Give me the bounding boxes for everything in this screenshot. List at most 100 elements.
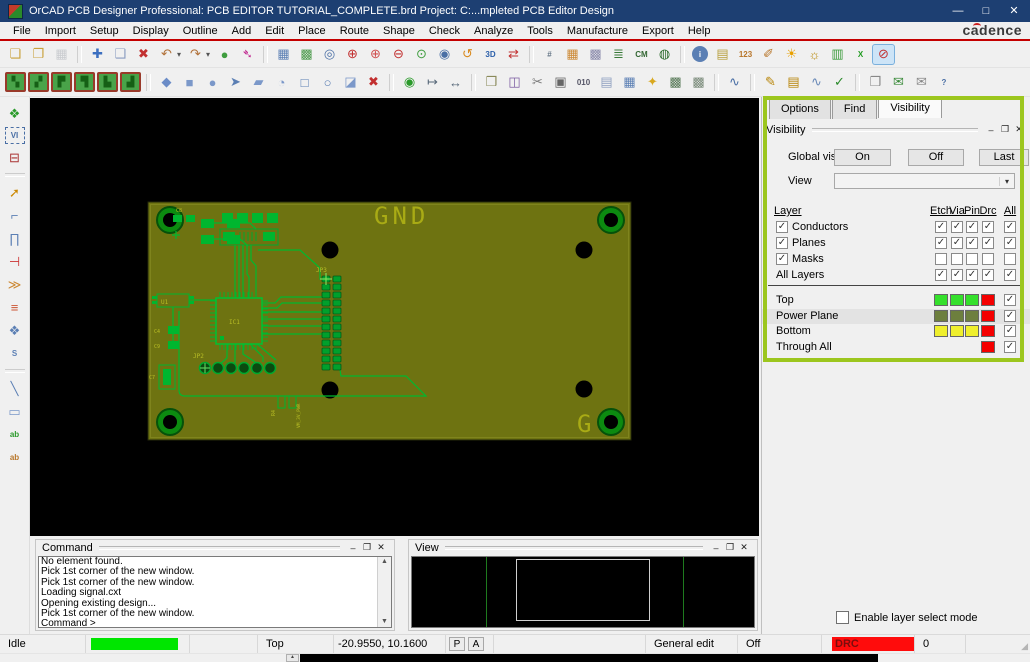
- cell-all-layers-etch[interactable]: [935, 269, 947, 281]
- add-connect-icon[interactable]: ➚: [4, 183, 26, 202]
- padstack-editor-icon[interactable]: ◫: [504, 73, 525, 92]
- color-swatch-bottom-drc[interactable]: [981, 325, 995, 337]
- save-design-icon[interactable]: ▦: [51, 45, 72, 64]
- cell-conductors-all[interactable]: [1004, 221, 1016, 233]
- add-text-icon[interactable]: ab: [4, 425, 26, 444]
- zoom-points-icon[interactable]: ▩: [296, 45, 317, 64]
- waive-drc-icon[interactable]: ▥: [827, 45, 848, 64]
- menu-edit[interactable]: Edit: [258, 25, 291, 37]
- show-properties-icon[interactable]: ▤: [712, 45, 733, 64]
- menu-setup[interactable]: Setup: [83, 25, 126, 37]
- dehilight-icon[interactable]: ✐: [758, 45, 779, 64]
- add-rect-icon[interactable]: ▭: [4, 402, 26, 421]
- show-measure-icon[interactable]: 123: [735, 45, 756, 64]
- redo-caret-icon[interactable]: ▾: [204, 45, 212, 64]
- scroll-up-icon[interactable]: ▲: [381, 557, 388, 567]
- color-swatch-through-all-drc[interactable]: [981, 341, 995, 353]
- window-drag-bar[interactable]: [812, 128, 978, 132]
- visibility-preset-5-icon[interactable]: ▙: [97, 72, 118, 92]
- cell-masks-etch[interactable]: [935, 253, 947, 265]
- spread-traces-icon[interactable]: ≡: [4, 298, 26, 317]
- highlight-icon[interactable]: ☀: [781, 45, 802, 64]
- minimize-button[interactable]: —: [944, 0, 972, 22]
- global-off-button[interactable]: Off: [908, 149, 964, 166]
- open-design-icon[interactable]: ❐: [28, 45, 49, 64]
- export-mail-icon[interactable]: ✉: [888, 73, 909, 92]
- cell-masks-drc[interactable]: [982, 253, 994, 265]
- command-scrollbar[interactable]: ▲ ▼: [377, 557, 391, 627]
- copy-icon[interactable]: ❑: [110, 45, 131, 64]
- cell-power-plane-all[interactable]: [1004, 310, 1016, 322]
- grid-toggle-icon[interactable]: #: [539, 45, 560, 64]
- menu-export[interactable]: Export: [635, 25, 681, 37]
- cell-bottom-all[interactable]: [1004, 325, 1016, 337]
- pad-icon[interactable]: ◉: [399, 73, 420, 92]
- view-3d-icon[interactable]: 3D: [480, 45, 501, 64]
- shape-shaded-icon[interactable]: ◪: [340, 73, 361, 92]
- notebook-edit-icon[interactable]: ✎: [760, 73, 781, 92]
- route-bus-icon[interactable]: ⌐: [4, 206, 26, 225]
- cell-planes-etch[interactable]: [935, 237, 947, 249]
- color-swatch-top-via[interactable]: [950, 294, 964, 306]
- visibility-preset-3-icon[interactable]: ▛: [51, 72, 72, 92]
- menu-outline[interactable]: Outline: [176, 25, 225, 37]
- cell-conductors-etch[interactable]: [935, 221, 947, 233]
- maximize-button[interactable]: □: [972, 0, 1000, 22]
- pin-icon[interactable]: ➴: [237, 45, 258, 64]
- cell-planes-all[interactable]: [1004, 237, 1016, 249]
- menu-tools[interactable]: Tools: [520, 25, 560, 37]
- zoom-window-icon[interactable]: ▦: [273, 45, 294, 64]
- minimize-icon[interactable]: –: [709, 543, 723, 553]
- notebook-check-icon[interactable]: ✓: [829, 73, 850, 92]
- cell-masks-all[interactable]: [1004, 253, 1016, 265]
- menu-shape[interactable]: Shape: [376, 25, 422, 37]
- close-icon[interactable]: ✕: [737, 542, 751, 553]
- color-priority-icon[interactable]: ▩: [585, 45, 606, 64]
- shape-circle-frame-icon[interactable]: ○: [317, 73, 338, 92]
- slide-icon[interactable]: ≫: [4, 275, 26, 294]
- color-dialog-icon[interactable]: ▦: [562, 45, 583, 64]
- visibility-preset-1-icon[interactable]: ▚: [5, 72, 26, 92]
- zoom-center-icon[interactable]: ⊕: [365, 45, 386, 64]
- view-dropdown[interactable]: ▾: [834, 173, 1015, 189]
- cell-planes-drc[interactable]: [982, 237, 994, 249]
- redraw-icon[interactable]: ↺: [457, 45, 478, 64]
- close-icon[interactable]: ✕: [374, 542, 388, 553]
- tab-visibility[interactable]: Visibility: [878, 98, 942, 118]
- waveform-icon[interactable]: ∿: [724, 73, 745, 92]
- close-icon[interactable]: ✕: [1012, 124, 1026, 135]
- cell-masks-via[interactable]: [951, 253, 963, 265]
- float-icon[interactable]: ❐: [723, 542, 737, 553]
- via-array-icon[interactable]: ❖: [4, 321, 26, 340]
- tab-find[interactable]: Find: [832, 99, 877, 119]
- tab-options[interactable]: Options: [769, 99, 831, 119]
- command-log[interactable]: No element found.Pick 1st corner of the …: [38, 556, 392, 628]
- color-swatch-power-plane-etch[interactable]: [934, 310, 948, 322]
- visibility-preset-6-icon[interactable]: ▟: [120, 72, 141, 92]
- minimize-icon[interactable]: –: [984, 125, 998, 135]
- angle-button[interactable]: A: [468, 637, 484, 651]
- dimension-pick-icon[interactable]: ↦: [422, 73, 443, 92]
- cell-all-layers-pin[interactable]: [966, 269, 978, 281]
- scroll-up-icon[interactable]: ▲: [286, 654, 299, 662]
- via-structure-icon[interactable]: VI: [5, 127, 25, 144]
- snake-route-icon[interactable]: S: [4, 344, 26, 363]
- row-checkbox-planes[interactable]: [776, 237, 788, 249]
- cell-planes-pin[interactable]: [966, 237, 978, 249]
- zoom-out-icon[interactable]: ⊖: [388, 45, 409, 64]
- cell-conductors-pin[interactable]: [966, 221, 978, 233]
- cross-section-icon[interactable]: ❒: [481, 73, 502, 92]
- shape-polyline-icon[interactable]: ▰: [248, 73, 269, 92]
- shape-rect-frame-icon[interactable]: □: [294, 73, 315, 92]
- key-command-icon[interactable]: ✦: [642, 73, 663, 92]
- shape-select-icon[interactable]: ➤: [225, 73, 246, 92]
- minimize-icon[interactable]: –: [346, 543, 360, 553]
- global-on-button[interactable]: On: [834, 149, 891, 166]
- assign-color-icon[interactable]: ⊘: [873, 45, 894, 64]
- menu-place[interactable]: Place: [291, 25, 333, 37]
- menu-check[interactable]: Check: [422, 25, 467, 37]
- shape-arc-icon[interactable]: ◔: [271, 73, 292, 92]
- menu-file[interactable]: File: [6, 25, 38, 37]
- viewport-rect[interactable]: [516, 559, 650, 621]
- color-swatch-power-plane-drc[interactable]: [981, 310, 995, 322]
